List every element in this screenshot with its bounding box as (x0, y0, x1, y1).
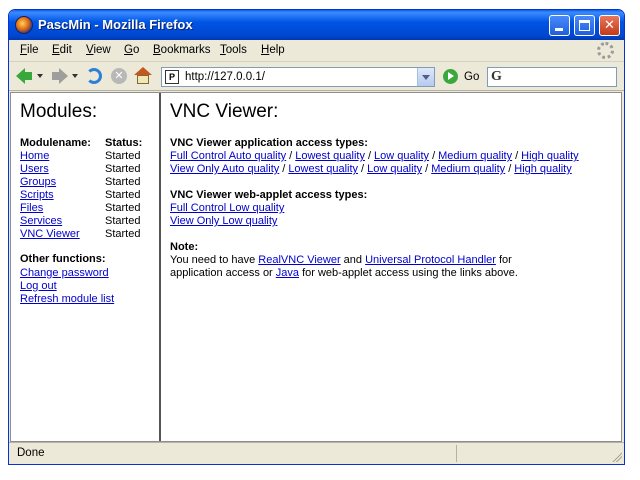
java-link[interactable]: Java (276, 267, 299, 279)
close-button[interactable]: ✕ (599, 15, 620, 36)
module-row: Users Started (20, 163, 155, 176)
status-header: Status: (105, 137, 143, 149)
log-out-link[interactable]: Log out (20, 280, 57, 292)
resize-grip-icon[interactable] (611, 451, 622, 462)
full-control-auto-link[interactable]: Full Control Auto quality (170, 150, 286, 162)
firefox-logo-icon (15, 16, 33, 34)
menu-tools[interactable]: Tools (220, 44, 247, 56)
web-view-only-low-link[interactable]: View Only Low quality (170, 215, 277, 227)
go-arrow-icon[interactable] (443, 69, 458, 84)
module-link-scripts[interactable]: Scripts (20, 189, 54, 201)
view-only-high-link[interactable]: High quality (514, 163, 571, 175)
module-link-users[interactable]: Users (20, 163, 49, 175)
module-status: Started (105, 176, 141, 188)
view-only-lowest-link[interactable]: Lowest quality (288, 163, 358, 175)
module-row: Services Started (20, 215, 155, 228)
url-bar[interactable]: P http://127.0.0.1/ (161, 67, 435, 87)
view-only-low-link[interactable]: Low quality (367, 163, 422, 175)
module-row: Files Started (20, 202, 155, 215)
module-row: VNC Viewer Started (20, 228, 155, 241)
vnc-viewer-title: VNC Viewer: (170, 101, 279, 122)
stop-icon: ✕ (111, 68, 127, 84)
menu-bookmarks[interactable]: Bookmarks (153, 44, 211, 56)
full-control-medium-link[interactable]: Medium quality (438, 150, 512, 162)
vnc-viewer-pane: VNC Viewer: VNC Viewer application acces… (163, 93, 621, 441)
status-bar: Done (9, 442, 624, 464)
menu-view[interactable]: View (86, 44, 111, 56)
url-history-dropdown[interactable] (417, 68, 434, 86)
module-link-groups[interactable]: Groups (20, 176, 56, 188)
web-full-control-low-link[interactable]: Full Control Low quality (170, 202, 284, 214)
google-icon[interactable]: G (491, 69, 509, 85)
menu-bar: File Edit View Go Bookmarks Tools Help (9, 40, 624, 62)
other-functions-title: Other functions: (20, 253, 106, 265)
minimize-icon (555, 28, 563, 31)
back-history-dropdown[interactable] (37, 74, 43, 78)
modulename-header: Modulename: (20, 137, 91, 149)
modules-title: Modules: (20, 101, 98, 122)
module-status: Started (105, 163, 141, 175)
module-status: Started (105, 228, 141, 240)
modules-pane: Modules: Modulename: Status: Home Started… (11, 93, 161, 441)
realvnc-viewer-link[interactable]: RealVNC Viewer (258, 254, 340, 266)
minimize-button[interactable] (549, 15, 570, 36)
full-control-lowest-link[interactable]: Lowest quality (295, 150, 365, 162)
module-link-services[interactable]: Services (20, 215, 62, 227)
module-row: Home Started (20, 150, 155, 163)
note-line-1: You need to have RealVNC Viewer and Univ… (170, 254, 512, 266)
note-line-2: application access or Java for web-apple… (170, 267, 518, 279)
forward-arrow-icon (59, 68, 68, 84)
note-heading: Note: (170, 241, 199, 253)
status-text: Done (17, 447, 45, 459)
maximize-icon (579, 20, 590, 31)
view-only-links: View Only Auto quality / Lowest quality / Lo… (170, 163, 572, 175)
app-access-heading: VNC Viewer application access types: (170, 137, 368, 149)
menu-edit[interactable]: Edit (52, 44, 72, 56)
menu-file[interactable]: File (20, 44, 39, 56)
module-link-home[interactable]: Home (20, 150, 49, 162)
full-control-links: Full Control Auto quality / Lowest quality… (170, 150, 579, 162)
universal-protocol-handler-link[interactable]: Universal Protocol Handler (365, 254, 496, 266)
close-icon: ✕ (604, 17, 615, 32)
forward-button[interactable] (51, 67, 69, 85)
web-applet-heading: VNC Viewer web-applet access types: (170, 189, 368, 201)
change-password-link[interactable]: Change password (20, 267, 109, 279)
module-link-vnc-viewer[interactable]: VNC Viewer (20, 228, 80, 240)
browser-window: PascMin - Mozilla Firefox ✕ File Edit Vi… (8, 9, 625, 465)
go-button[interactable]: Go (464, 71, 479, 83)
page-content: Modules: Modulename: Status: Home Started… (10, 92, 622, 442)
title-bar[interactable]: PascMin - Mozilla Firefox ✕ (9, 10, 624, 40)
full-control-low-link[interactable]: Low quality (374, 150, 429, 162)
reload-icon (86, 68, 102, 84)
search-box[interactable]: G (487, 67, 617, 87)
forward-history-dropdown[interactable] (72, 74, 78, 78)
module-link-files[interactable]: Files (20, 202, 43, 214)
home-button[interactable] (134, 67, 152, 85)
throbber-icon (597, 42, 614, 59)
back-button[interactable] (15, 67, 33, 85)
view-only-medium-link[interactable]: Medium quality (431, 163, 505, 175)
view-only-auto-link[interactable]: View Only Auto quality (170, 163, 279, 175)
status-divider (456, 445, 457, 462)
window-title: PascMin - Mozilla Firefox (38, 17, 193, 32)
module-row: Groups Started (20, 176, 155, 189)
refresh-module-list-link[interactable]: Refresh module list (20, 293, 114, 305)
module-status: Started (105, 150, 141, 162)
module-status: Started (105, 189, 141, 201)
maximize-button[interactable] (574, 15, 595, 36)
navigation-toolbar: ✕ P http://127.0.0.1/ Go G (9, 63, 624, 91)
module-status: Started (105, 202, 141, 214)
module-status: Started (105, 215, 141, 227)
reload-button[interactable] (85, 67, 103, 85)
menu-help[interactable]: Help (261, 44, 285, 56)
stop-button[interactable]: ✕ (110, 67, 128, 85)
url-text[interactable]: http://127.0.0.1/ (185, 71, 265, 83)
module-row: Scripts Started (20, 189, 155, 202)
full-control-high-link[interactable]: High quality (521, 150, 578, 162)
menu-go[interactable]: Go (124, 44, 139, 56)
site-favicon-icon: P (165, 70, 179, 84)
home-icon (134, 67, 152, 75)
